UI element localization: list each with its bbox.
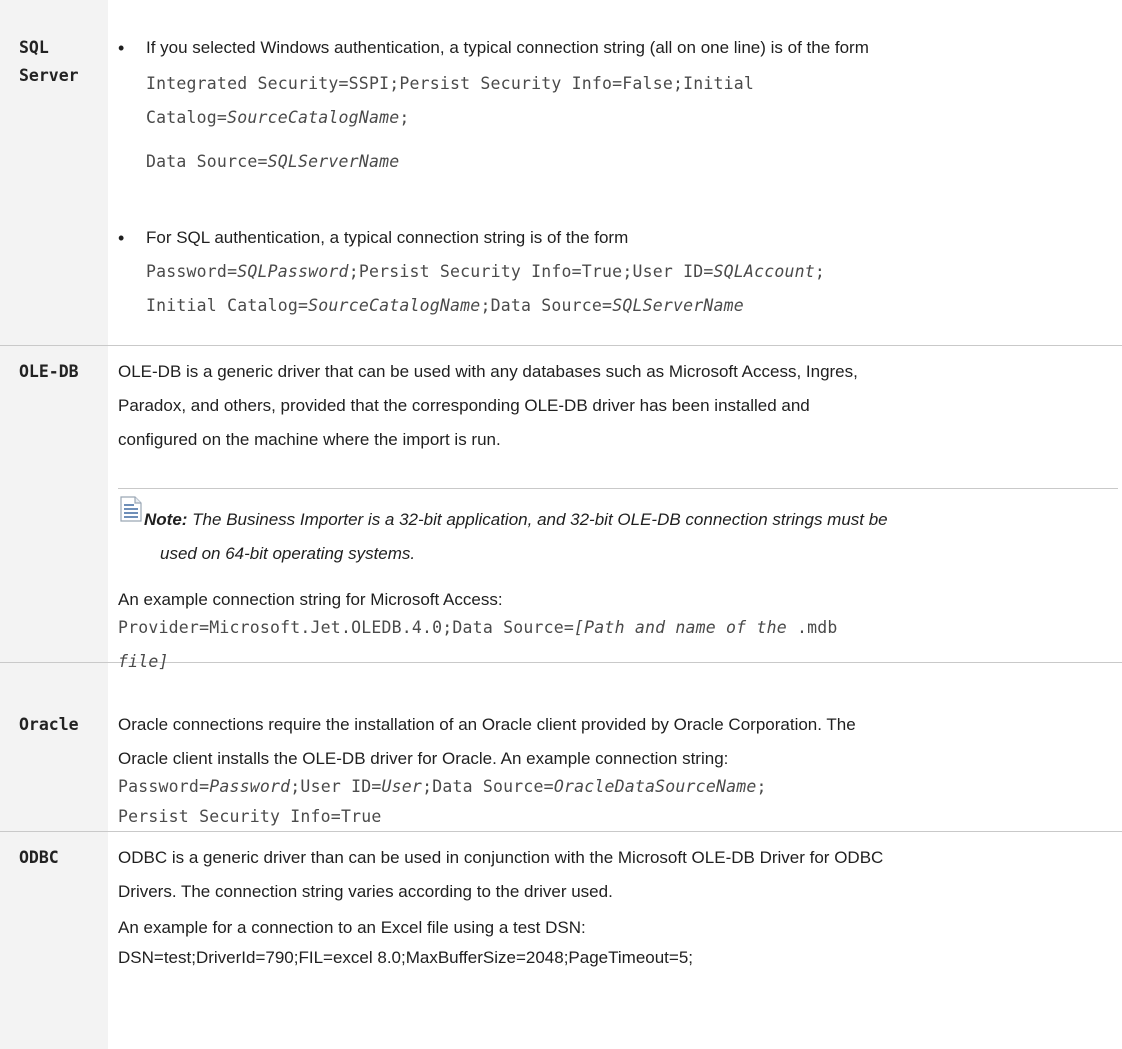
note-text: Note: The Business Importer is a 32-bit … <box>144 510 888 529</box>
code-text: Integrated Security=SSPI;Persist Securit… <box>146 74 755 93</box>
code-text: ;User ID= <box>290 777 382 796</box>
code-text: Persist Security Info=True <box>118 807 382 826</box>
code-placeholder: SQLServerName <box>267 152 400 171</box>
note-text: used on 64-bit operating systems. <box>160 544 416 563</box>
bullet-text: If you selected Windows authentication, … <box>146 38 869 57</box>
code-line: Password=Password;User ID=User;Data Sour… <box>118 773 767 801</box>
row-label: SQL Server <box>19 38 79 85</box>
row-label: ODBC <box>19 848 59 867</box>
code-text: ;Persist Security Info=True;User ID= <box>348 262 714 281</box>
paragraph-line: Oracle client installs the OLE-DB driver… <box>118 749 729 768</box>
code-line: Password=SQLPassword;Persist Security In… <box>146 258 825 286</box>
code-text: Password= <box>118 777 210 796</box>
table-row-sql-server: SQL Server • If you selected Windows aut… <box>0 0 1122 346</box>
example-intro: An example for a connection to an Excel … <box>118 918 586 937</box>
paragraph-line: Oracle connections require the installat… <box>118 715 856 734</box>
code-placeholder: SQLServerName <box>612 296 744 315</box>
note-icon <box>120 496 142 522</box>
code-text: Catalog= <box>146 108 228 127</box>
code-line: Integrated Security=SSPI;Persist Securit… <box>146 70 754 98</box>
row-label: OLE-DB <box>19 362 79 381</box>
example-text: DSN=test;DriverId=790;FIL=excel 8.0;MaxB… <box>118 948 694 967</box>
table-row-oracle: Oracle Oracle connections require the in… <box>0 663 1122 832</box>
code-text: ; <box>756 777 767 796</box>
bullet-text: For SQL authentication, a typical connec… <box>146 228 629 247</box>
code-line: Initial Catalog=SourceCatalogName;Data S… <box>146 292 744 320</box>
bullet-point: • <box>118 228 125 248</box>
code-text: ;Data Source= <box>422 777 554 796</box>
code-line: Catalog=SourceCatalogName; <box>146 104 410 132</box>
code-placeholder: SQLPassword <box>237 262 349 281</box>
table-row-odbc: ODBC ODBC is a generic driver than can b… <box>0 832 1122 1049</box>
row-label: Oracle <box>19 715 79 734</box>
code-text: Data Source= <box>146 152 268 171</box>
code-text: ; <box>814 262 826 281</box>
code-placeholder: [Path and name of the <box>574 618 787 637</box>
row-label-cell: OLE-DB <box>0 346 108 662</box>
code-text: Initial Catalog= <box>146 296 309 315</box>
code-placeholder: SourceCatalogName <box>308 296 481 315</box>
row-label-cell: ODBC <box>0 832 108 1049</box>
code-text: Provider=Microsoft.Jet.OLEDB.4.0;Data So… <box>118 618 575 637</box>
paragraph-line: configured on the machine where the impo… <box>118 430 501 449</box>
code-text: ; <box>399 108 410 127</box>
note-label: Note: <box>144 510 188 529</box>
paragraph-line: OLE-DB is a generic driver that can be u… <box>118 362 858 381</box>
row-label-cell: SQL Server <box>0 0 108 345</box>
code-text: Password= <box>146 262 238 281</box>
code-placeholder: OracleDataSourceName <box>553 777 757 796</box>
code-line: Persist Security Info=True <box>118 803 381 831</box>
paragraph-line: Drivers. The connection string varies ac… <box>118 882 613 901</box>
code-line: Data Source=SQLServerName <box>146 148 399 176</box>
paragraph-line: ODBC is a generic driver than can be use… <box>118 848 884 867</box>
note-divider <box>118 488 1118 489</box>
code-text: ;Data Source= <box>480 296 613 315</box>
code-line: Provider=Microsoft.Jet.OLEDB.4.0;Data So… <box>118 614 838 642</box>
row-label-cell: Oracle <box>0 663 108 831</box>
code-text: .mdb <box>786 618 838 637</box>
code-placeholder: SourceCatalogName <box>227 108 400 127</box>
paragraph-line: Paradox, and others, provided that the c… <box>118 396 810 415</box>
code-placeholder: Password <box>209 777 291 796</box>
bullet-point: • <box>118 38 125 58</box>
table-row-ole-db: OLE-DB OLE-DB is a generic driver that c… <box>0 346 1122 671</box>
code-placeholder: User <box>381 777 423 796</box>
example-intro: An example connection string for Microso… <box>118 590 503 609</box>
code-placeholder: SQLAccount <box>713 262 815 281</box>
